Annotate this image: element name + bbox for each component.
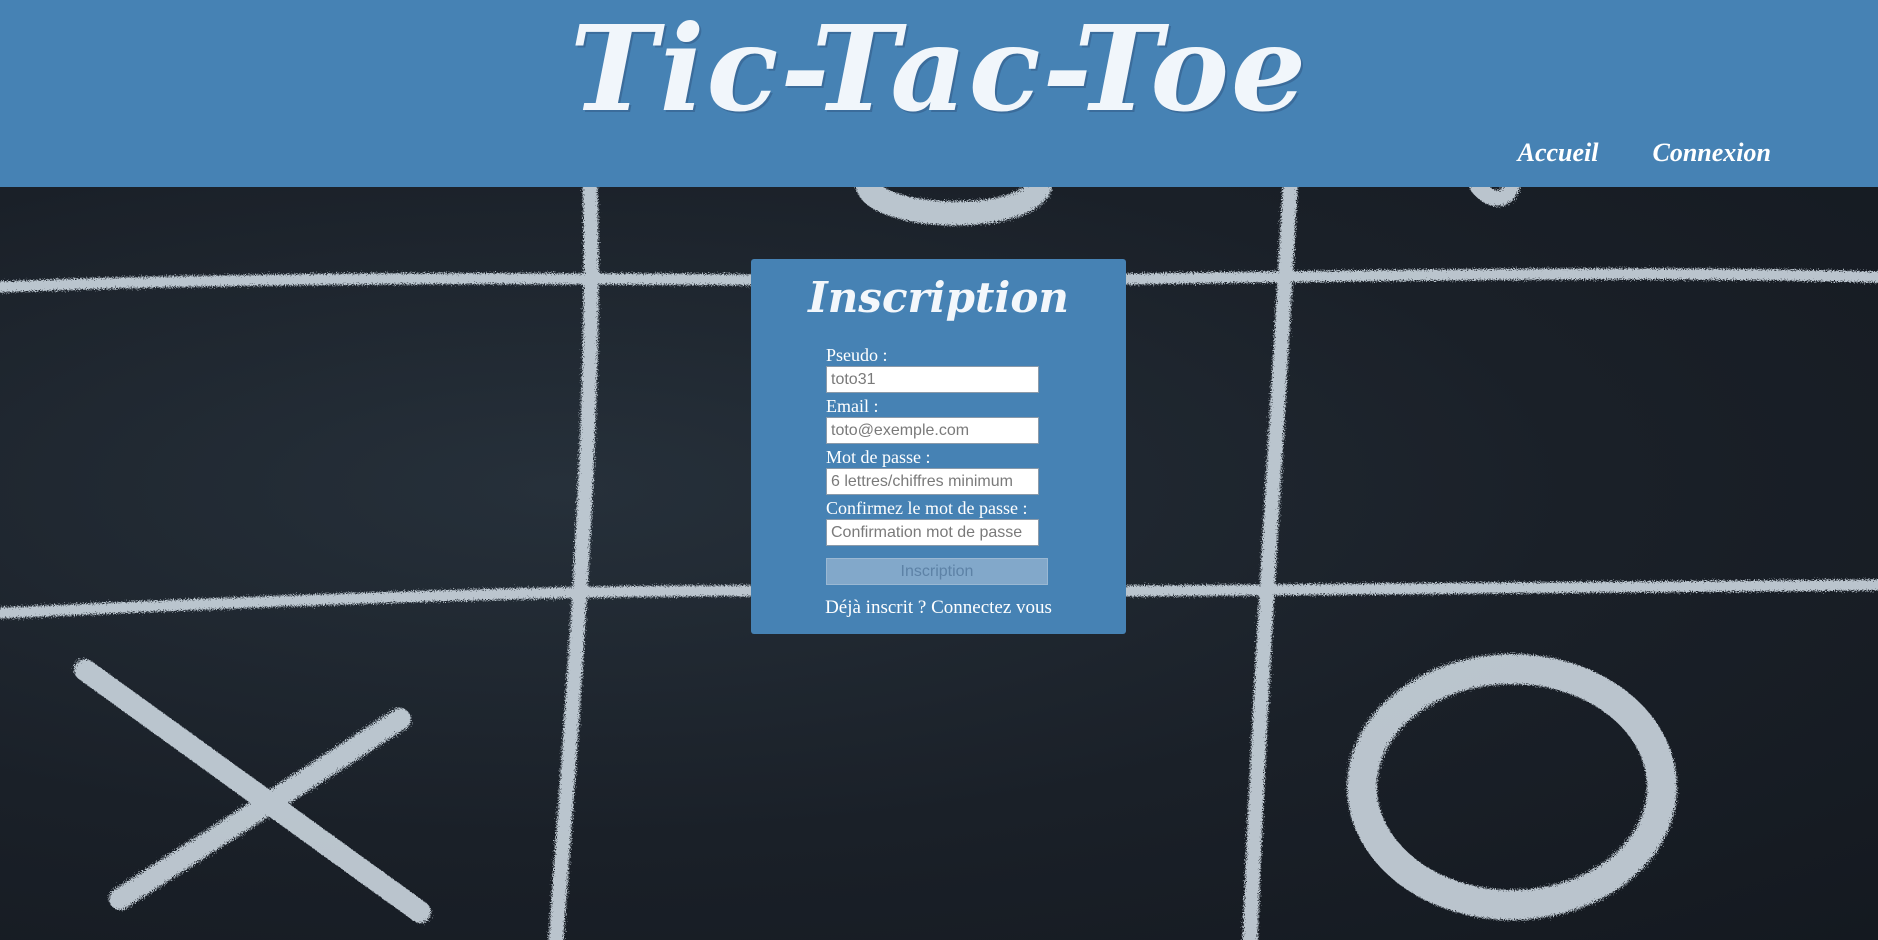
nav-link-home[interactable]: Accueil bbox=[1518, 138, 1599, 168]
confirm-password-input[interactable] bbox=[826, 519, 1039, 546]
signup-submit-button[interactable]: Inscription bbox=[826, 558, 1048, 585]
email-input[interactable] bbox=[826, 417, 1039, 444]
main-nav: Accueil Connexion bbox=[1518, 138, 1771, 168]
signup-form: Pseudo : Email : Mot de passe : Confirme… bbox=[826, 345, 1096, 585]
signup-title: Inscription bbox=[808, 273, 1069, 322]
pseudo-label: Pseudo : bbox=[826, 345, 888, 365]
grid-line-vertical-right bbox=[1242, 187, 1298, 940]
confirm-password-label: Confirmez le mot de passe : bbox=[826, 498, 1028, 518]
o-mark-large bbox=[1347, 654, 1677, 920]
password-label: Mot de passe : bbox=[826, 447, 931, 467]
password-input[interactable] bbox=[826, 468, 1039, 495]
grid-line-horizontal-top bbox=[0, 273, 786, 293]
signup-panel: Inscription Pseudo : Email : Mot de pass… bbox=[751, 259, 1126, 634]
login-link[interactable]: Déjà inscrit ? Connectez vous bbox=[751, 597, 1126, 619]
grid-line-vertical-left bbox=[548, 187, 599, 940]
grid-line-horizontal-bottom bbox=[0, 585, 786, 619]
site-title: Tic-Tac-Toe bbox=[569, 0, 1309, 138]
x-mark-stroke-1 bbox=[74, 659, 431, 923]
o-mark-partial-top-right bbox=[1470, 187, 1520, 207]
email-label: Email : bbox=[826, 396, 879, 416]
grid-line-horizontal-bottom-right bbox=[1122, 579, 1878, 597]
pseudo-input[interactable] bbox=[826, 366, 1039, 393]
site-header: Tic-Tac-Toe Accueil Connexion bbox=[0, 0, 1878, 187]
nav-link-login[interactable]: Connexion bbox=[1653, 138, 1772, 168]
o-mark-partial-top bbox=[856, 187, 1052, 226]
grid-line-horizontal-top-right bbox=[1122, 268, 1878, 285]
